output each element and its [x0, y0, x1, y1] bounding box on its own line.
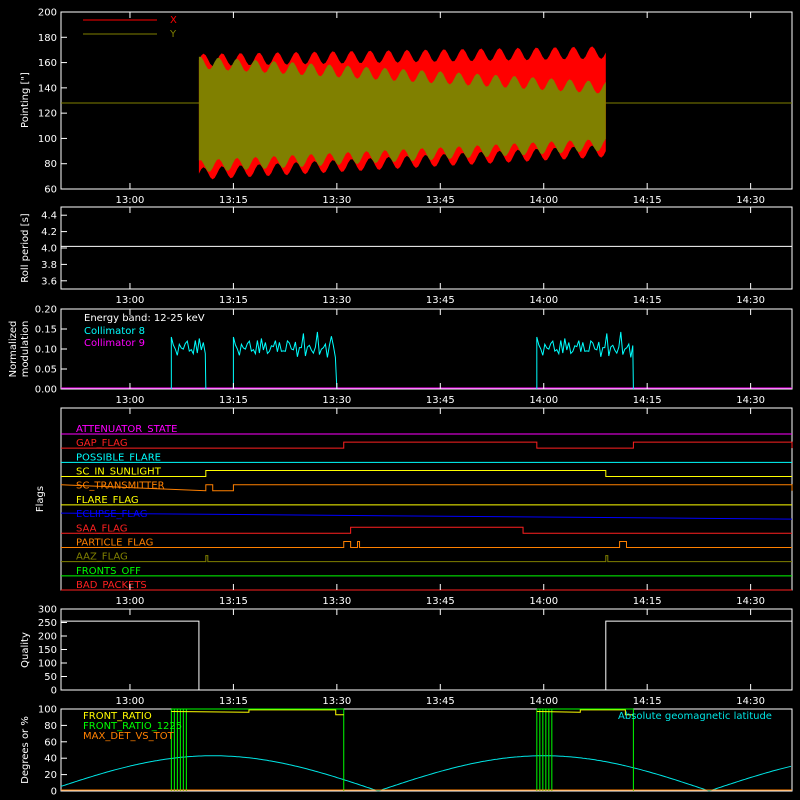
flag-label: PARTICLE_FLAG: [76, 537, 153, 548]
xtick-label: 13:45: [426, 195, 455, 206]
legend-geomag-latitude: Absolute geomagnetic latitude: [618, 711, 772, 722]
xtick-label: 14:15: [633, 195, 662, 206]
flag-label: BAD_PACKETS: [76, 580, 147, 591]
xtick-label: 13:30: [322, 596, 351, 607]
ytick-label: 80: [44, 721, 57, 732]
pointing-ylabel: Pointing ["]: [20, 72, 31, 128]
legend-collimator-8: Collimator 8: [84, 326, 145, 337]
flag-label: ECLIPSE_FLAG: [76, 509, 147, 520]
xtick-label: 14:00: [529, 395, 558, 406]
xtick-label: 13:15: [219, 295, 248, 306]
xtick-label: 14:00: [529, 195, 558, 206]
ytick-label: 0.20: [35, 305, 57, 316]
xtick-label: 13:30: [322, 696, 351, 707]
xtick-label: 13:30: [322, 195, 351, 206]
xtick-label: 13:45: [426, 696, 455, 707]
ytick-label: 60: [44, 185, 57, 196]
ytick-label: 100: [38, 134, 57, 145]
legend-collimator-9: Collimator 9: [84, 338, 145, 349]
xtick-label: 14:30: [736, 195, 765, 206]
ytick-label: 20: [44, 770, 57, 781]
ytick-label: 80: [44, 159, 57, 170]
xtick-label: 14:00: [529, 596, 558, 607]
ratio-ylabel: Degrees or %: [20, 716, 31, 784]
ytick-label: 250: [38, 618, 57, 629]
xtick-label: 13:00: [116, 696, 145, 707]
energy-band-annotation: Energy band: 12-25 keV: [84, 313, 205, 324]
ytick-label: 180: [38, 33, 57, 44]
figure: Pointing ["] 6080100120140160180200 X Y …: [0, 0, 800, 800]
flag-label: SAA_FLAG: [76, 523, 127, 534]
ytick-label: 40: [44, 754, 57, 765]
xtick-label: 14:30: [736, 295, 765, 306]
ytick-label: 60: [44, 737, 57, 748]
xtick-label: 13:30: [322, 295, 351, 306]
xtick-label: 13:00: [116, 596, 145, 607]
ytick-label: 120: [38, 109, 57, 120]
xtick-label: 14:30: [736, 395, 765, 406]
xtick-label: 13:45: [426, 295, 455, 306]
ytick-label: 3.8: [41, 260, 57, 271]
xtick-label: 14:00: [529, 295, 558, 306]
xtick-label: 13:15: [219, 395, 248, 406]
flags-ylabel: Flags: [35, 486, 46, 512]
xtick-label: 13:15: [219, 696, 248, 707]
roll-ylabel: Roll period [s]: [20, 213, 31, 282]
ytick-label: 4.2: [41, 227, 57, 238]
flag-label: FRONTS_OFF: [76, 566, 141, 577]
xtick-label: 14:15: [633, 295, 662, 306]
ytick-label: 0.05: [35, 365, 57, 376]
xtick-label: 13:00: [116, 195, 145, 206]
xtick-label: 14:15: [633, 395, 662, 406]
xtick-label: 13:30: [322, 395, 351, 406]
ytick-label: 160: [38, 58, 57, 69]
flag-label: AAZ_FLAG: [76, 552, 128, 563]
flag-label: FLARE_FLAG: [76, 495, 139, 506]
legend-max-det: MAX_DET_VS_TOT: [83, 731, 175, 742]
xtick-label: 14:30: [736, 596, 765, 607]
xtick-label: 14:15: [633, 696, 662, 707]
ytick-label: 4.0: [41, 244, 57, 255]
xtick-label: 14:15: [633, 596, 662, 607]
ytick-label: 3.6: [41, 276, 57, 287]
ytick-label: 0: [51, 686, 57, 697]
ytick-label: 0.10: [35, 345, 57, 356]
legend-y-label: Y: [169, 29, 177, 40]
xtick-label: 13:15: [219, 195, 248, 206]
ytick-label: 100: [38, 659, 57, 670]
modulation-ylabel-2: modulation: [20, 321, 31, 378]
ytick-label: 4.4: [41, 211, 57, 222]
xtick-label: 13:00: [116, 395, 145, 406]
xtick-label: 13:45: [426, 596, 455, 607]
ytick-label: 100: [38, 705, 57, 716]
ytick-label: 0: [51, 787, 57, 798]
xtick-label: 13:15: [219, 596, 248, 607]
xtick-label: 14:30: [736, 696, 765, 707]
xtick-label: 14:00: [529, 696, 558, 707]
ytick-label: 0.15: [35, 325, 57, 336]
ytick-label: 0.00: [35, 385, 57, 396]
flag-label: GAP_FLAG: [76, 438, 128, 449]
ytick-label: 50: [44, 672, 57, 683]
legend-x-label: X: [170, 15, 177, 26]
flag-label: SC_IN_SUNLIGHT: [76, 467, 162, 478]
flag-label: ATTENUATOR_STATE: [76, 424, 177, 435]
modulation-ylabel-1: Normalized: [8, 321, 19, 378]
ytick-label: 200: [38, 632, 57, 643]
quality-ylabel: Quality: [20, 632, 31, 668]
xtick-label: 13:00: [116, 295, 145, 306]
ytick-label: 300: [38, 605, 57, 616]
flag-label: POSSIBLE_FLARE: [76, 452, 161, 463]
ytick-label: 200: [38, 8, 57, 19]
ytick-label: 150: [38, 645, 57, 656]
ytick-label: 140: [38, 83, 57, 94]
xtick-label: 13:45: [426, 395, 455, 406]
